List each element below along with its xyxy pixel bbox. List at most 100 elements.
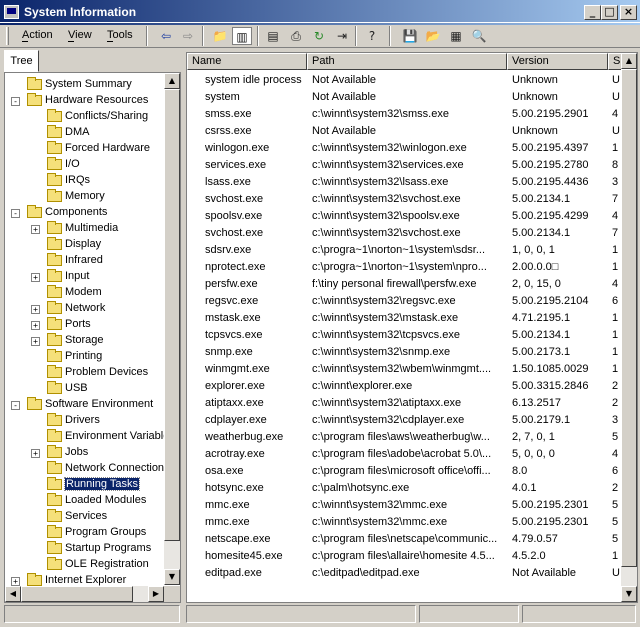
table-row[interactable]: svchost.exe c:\winnt\system32\svchost.exe… bbox=[187, 225, 618, 242]
column-header-version[interactable]: Version bbox=[507, 53, 608, 70]
expand-icon[interactable]: + bbox=[31, 337, 40, 346]
save-report-icon[interactable]: ▦ bbox=[446, 27, 466, 45]
list-scroll-thumb[interactable] bbox=[621, 69, 637, 567]
refresh-icon[interactable]: ↻ bbox=[309, 27, 329, 45]
tree-item-label[interactable]: Printing bbox=[65, 350, 102, 362]
table-row[interactable]: cdplayer.exe c:\winnt\system32\cdplayer.e… bbox=[187, 412, 618, 429]
table-row[interactable]: csrss.exe Not Available Unknown U bbox=[187, 123, 620, 140]
table-row[interactable]: acrotray.exe c:\program files\adobe\acrob… bbox=[187, 446, 618, 463]
tree-item-label[interactable]: Problem Devices bbox=[65, 366, 148, 378]
tree-item-label[interactable]: USB bbox=[65, 382, 88, 394]
table-row[interactable]: svchost.exe c:\winnt\system32\svchost.exe… bbox=[187, 191, 618, 208]
tree-scroll-down-button[interactable]: ▼ bbox=[164, 569, 180, 585]
back-arrow-icon[interactable]: ⇦ bbox=[156, 27, 176, 45]
tree-item-label[interactable]: Loaded Modules bbox=[65, 494, 146, 506]
table-row[interactable]: nprotect.exe c:\progra~1\norton~1\system\… bbox=[187, 259, 618, 276]
tree-item-label[interactable]: Components bbox=[45, 206, 107, 218]
expand-icon[interactable]: + bbox=[31, 449, 40, 458]
tree-scroll-right-button[interactable]: ▶ bbox=[148, 586, 164, 602]
tree-item-label[interactable]: Services bbox=[65, 510, 107, 522]
minimize-button[interactable]: _ bbox=[584, 5, 601, 20]
tree-item-label[interactable]: System Summary bbox=[45, 78, 132, 90]
column-header-name[interactable]: Name bbox=[187, 53, 307, 70]
open-folder-icon[interactable]: 📂 bbox=[423, 27, 443, 45]
menu-action[interactable]: Action bbox=[22, 29, 53, 41]
table-row[interactable]: persfw.exe f:\tiny personal firewall\pers… bbox=[187, 276, 618, 293]
forward-arrow-icon[interactable]: ⇨ bbox=[178, 27, 198, 45]
save-icon[interactable]: 💾 bbox=[400, 27, 420, 45]
tree-pane[interactable]: System Summary - Hardware Resources Conflic… bbox=[4, 72, 181, 603]
tree-item-label[interactable]: Modem bbox=[65, 286, 102, 298]
tree-scroll-up-button[interactable]: ▲ bbox=[164, 73, 180, 89]
table-row[interactable]: mmc.exe c:\winnt\system32\mmc.exe 5.00.219… bbox=[187, 497, 618, 514]
tree-scroll-left-button[interactable]: ◀ bbox=[5, 586, 21, 602]
tree-item-label[interactable]: Network Connections bbox=[65, 462, 170, 474]
column-header-path[interactable]: Path bbox=[307, 53, 507, 70]
table-row[interactable]: mstask.exe c:\winnt\system32\mstask.exe 4.… bbox=[187, 310, 618, 327]
table-row[interactable]: system idle process Not Available Unknown U bbox=[187, 72, 620, 89]
tree-item-label[interactable]: Network bbox=[65, 302, 105, 314]
show-hide-tree-icon[interactable]: ▥ bbox=[232, 27, 252, 45]
collapse-icon[interactable]: - bbox=[11, 209, 20, 218]
column-header-size[interactable]: S bbox=[608, 53, 622, 70]
table-row[interactable]: winmgmt.exe c:\winnt\system32\wbem\winmgm… bbox=[187, 361, 618, 378]
tree-item-label[interactable]: Memory bbox=[65, 190, 105, 202]
tree-item-label[interactable]: Software Environment bbox=[45, 398, 153, 410]
tree-item-label[interactable]: Environment Variables bbox=[65, 430, 175, 442]
table-row[interactable]: sdsrv.exe c:\progra~1\norton~1\system\sds… bbox=[187, 242, 618, 259]
tree-item-label[interactable]: Ports bbox=[65, 318, 91, 330]
table-row[interactable]: lsass.exe c:\winnt\system32\lsass.exe 5.00… bbox=[187, 174, 618, 191]
properties-icon[interactable]: ▤ bbox=[263, 27, 283, 45]
tree-item-label[interactable]: Multimedia bbox=[65, 222, 118, 234]
tree-item-label[interactable]: Conflicts/Sharing bbox=[65, 110, 148, 122]
expand-icon[interactable]: + bbox=[31, 305, 40, 314]
table-row[interactable]: smss.exe c:\winnt\system32\smss.exe 5.00.2… bbox=[187, 106, 618, 123]
tree-item-label[interactable]: Drivers bbox=[65, 414, 100, 426]
tree-item-label[interactable]: I/O bbox=[65, 158, 80, 170]
tree-hscroll-thumb[interactable] bbox=[21, 586, 133, 602]
table-row[interactable]: spoolsv.exe c:\winnt\system32\spoolsv.exe… bbox=[187, 208, 618, 225]
export-list-icon[interactable]: ⇥ bbox=[332, 27, 352, 45]
tree-item-label[interactable]: Infrared bbox=[65, 254, 103, 266]
table-row[interactable]: homesite45.exe c:\program files\allaire\h… bbox=[187, 548, 618, 565]
tree-item-label[interactable]: IRQs bbox=[65, 174, 90, 186]
table-row[interactable]: mmc.exe c:\winnt\system32\mmc.exe 5.00.219… bbox=[187, 514, 618, 531]
running-tasks-list[interactable]: Name Path Version S system idle process N… bbox=[186, 52, 638, 603]
tree-item-label[interactable]: Program Groups bbox=[65, 526, 146, 538]
tree-item-label[interactable]: Input bbox=[65, 270, 89, 282]
tab-tree[interactable]: Tree bbox=[4, 50, 39, 72]
tree-scroll-thumb[interactable] bbox=[164, 89, 180, 541]
expand-icon[interactable]: + bbox=[31, 225, 40, 234]
table-row[interactable]: netscape.exe c:\program files\netscape\co… bbox=[187, 531, 618, 548]
tree-item-label[interactable]: Internet Explorer bbox=[45, 574, 126, 586]
table-row[interactable]: snmp.exe c:\winnt\system32\snmp.exe 5.00.2… bbox=[187, 344, 618, 361]
table-row[interactable]: explorer.exe c:\winnt\explorer.exe 5.00.33… bbox=[187, 378, 618, 395]
collapse-icon[interactable]: - bbox=[11, 97, 20, 106]
table-row[interactable]: services.exe c:\winnt\system32\services.e… bbox=[187, 157, 618, 174]
tree-item-label[interactable]: Running Tasks bbox=[64, 477, 140, 491]
list-scroll-up-button[interactable]: ▲ bbox=[621, 53, 637, 69]
table-row[interactable]: weatherbug.exe c:\program files\aws\weath… bbox=[187, 429, 618, 446]
table-row[interactable]: regsvc.exe c:\winnt\system32\regsvc.exe 5.… bbox=[187, 293, 618, 310]
maximize-button[interactable]: □ bbox=[601, 5, 618, 20]
table-row[interactable]: system Not Available Unknown U bbox=[187, 89, 620, 106]
print-icon[interactable]: ⎙ bbox=[286, 27, 306, 45]
tree-item-label[interactable]: Jobs bbox=[65, 446, 88, 458]
table-row[interactable]: tcpsvcs.exe c:\winnt\system32\tcpsvcs.exe… bbox=[187, 327, 618, 344]
expand-icon[interactable]: + bbox=[31, 321, 40, 330]
tree-item-label[interactable]: Hardware Resources bbox=[45, 94, 148, 106]
menu-tools[interactable]: Tools bbox=[107, 29, 133, 41]
table-row[interactable]: hotsync.exe c:\palm\hotsync.exe 4.0.1 2 bbox=[187, 480, 618, 497]
tree-item-label[interactable]: Forced Hardware bbox=[65, 142, 150, 154]
find-icon[interactable]: 🔍 bbox=[469, 27, 489, 45]
tree-item-label[interactable]: DMA bbox=[65, 126, 89, 138]
collapse-icon[interactable]: - bbox=[11, 401, 20, 410]
tree-item-label[interactable]: Storage bbox=[65, 334, 104, 346]
expand-icon[interactable]: + bbox=[31, 273, 40, 282]
help-icon[interactable]: ? bbox=[362, 27, 382, 45]
expand-icon[interactable]: + bbox=[11, 577, 20, 586]
list-scroll-down-button[interactable]: ▼ bbox=[621, 586, 637, 602]
tree-item-label[interactable]: Startup Programs bbox=[65, 542, 151, 554]
table-row[interactable]: winlogon.exe c:\winnt\system32\winlogon.e… bbox=[187, 140, 618, 157]
up-one-level-icon[interactable]: 📁 bbox=[210, 27, 230, 45]
